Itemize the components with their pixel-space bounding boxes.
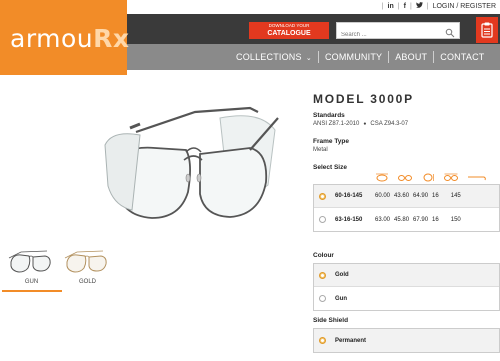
thumbnail-label: GUN: [24, 279, 39, 285]
search-input[interactable]: [337, 27, 441, 43]
side-shield-name: Permanent: [335, 337, 367, 344]
size-value: 150: [450, 216, 461, 223]
thumbnail-gold[interactable]: GOLD: [60, 248, 115, 288]
thumbnail-label: GOLD: [78, 279, 96, 285]
download-line-1: DOWNLOAD YOUR: [268, 23, 310, 28]
side-shield-option-permanent[interactable]: Permanent: [314, 329, 499, 352]
site-logo[interactable]: armouRx: [0, 0, 130, 75]
download-line-2: CATALOGUE: [267, 29, 311, 37]
frame-type-value: Metal: [313, 147, 328, 153]
size-code: 63-16-150: [335, 216, 363, 223]
size-value: 64.90: [413, 193, 429, 199]
side-shield-section: Side Shield Permanent: [313, 317, 500, 353]
facebook-icon[interactable]: f: [404, 3, 406, 10]
size-radio[interactable]: [319, 216, 326, 223]
side-shield-options: Permanent: [313, 328, 500, 353]
colour-section: Colour Gold Gun: [313, 252, 500, 311]
colour-options: Gold Gun: [313, 263, 500, 311]
frame-type-label: Frame Type: [313, 138, 350, 145]
size-value: 43.60: [394, 193, 410, 199]
search-button[interactable]: [445, 25, 457, 38]
colour-name: Gold: [335, 272, 349, 278]
colour-radio[interactable]: [319, 295, 326, 302]
colour-name: Gun: [335, 295, 347, 302]
select-size-label: Select Size: [313, 164, 347, 171]
standards-values: ANSI Z87.1-2010 ● CSA Z94.3-07: [313, 121, 409, 127]
select-size-header: Select Size: [313, 164, 500, 182]
logo-wordmark: armouRx: [10, 24, 130, 53]
nav-item-community[interactable]: COMMUNITY: [319, 52, 388, 62]
size-value: 45.80: [394, 216, 410, 223]
utility-links: | in | f | | LOGIN / REGISTER: [381, 2, 496, 10]
search-icon: [445, 28, 455, 38]
standards-label: Standards: [313, 112, 345, 119]
size-code: 60-16-145: [335, 193, 363, 199]
login-register-link[interactable]: LOGIN / REGISTER: [433, 3, 496, 10]
thumbnail-gun[interactable]: GUN: [2, 248, 62, 292]
side-shield-label: Side Shield: [313, 317, 349, 324]
standards-section: Standards ANSI Z87.1-2010 ● CSA Z94.3-07: [313, 112, 408, 127]
size-options-table: 60-16-145 60.00 43.60 64.90 16 145 63-16…: [313, 184, 500, 232]
product-main-image: [100, 90, 290, 230]
size-value: 145: [450, 193, 461, 199]
size-value: 63.00: [375, 216, 391, 223]
frame-type-section: Frame Type Metal: [313, 138, 349, 153]
product-title: MODEL 3000P: [313, 92, 414, 106]
thumbnail-glasses-image: [60, 248, 115, 276]
colour-label: Colour: [313, 252, 334, 259]
frame-width-icon: [444, 173, 458, 181]
temple-length-icon: [468, 176, 486, 181]
download-catalogue-button[interactable]: DOWNLOAD YOUR CATALOGUE: [249, 22, 329, 39]
product-details-panel: MODEL 3000P Standards ANSI Z87.1-2010 ● …: [313, 92, 500, 353]
twitter-icon[interactable]: [415, 2, 423, 10]
nav-item-contact[interactable]: CONTACT: [434, 52, 490, 62]
chevron-down-icon: ⌄: [303, 55, 312, 62]
size-value: 16: [432, 193, 439, 199]
colour-radio-selected[interactable]: [319, 271, 326, 279]
bridge-icon: [398, 175, 412, 181]
size-option-row[interactable]: 60-16-145 60.00 43.60 64.90 16 145: [314, 185, 499, 208]
colour-option-gold[interactable]: Gold: [314, 264, 499, 287]
size-option-row[interactable]: 63-16-150 63.00 45.80 67.90 16 150: [314, 208, 499, 231]
size-value: 16: [432, 216, 439, 223]
size-value: 60.00: [375, 193, 391, 199]
colour-thumbnails: GUN GOLD: [0, 248, 300, 298]
lens-width-icon: [376, 173, 388, 182]
search-box: [336, 22, 460, 43]
lens-height-icon: [423, 173, 434, 182]
active-thumbnail-indicator: [2, 290, 62, 292]
bullet-icon: ●: [363, 121, 367, 127]
size-radio-selected[interactable]: [319, 192, 326, 200]
size-value: 67.90: [413, 216, 429, 223]
frame-measurement-icons: [375, 173, 487, 182]
nav-item-collections[interactable]: COLLECTIONS ⌄: [230, 52, 318, 62]
nav-item-about[interactable]: ABOUT: [389, 52, 433, 62]
side-shield-radio-selected[interactable]: [319, 337, 326, 344]
thumbnail-glasses-image: [4, 248, 59, 276]
clipboard-icon: [481, 22, 493, 38]
catalogue-clipboard-button[interactable]: [476, 17, 498, 43]
colour-option-gun[interactable]: Gun: [314, 287, 499, 310]
linkedin-icon[interactable]: in: [388, 3, 394, 10]
